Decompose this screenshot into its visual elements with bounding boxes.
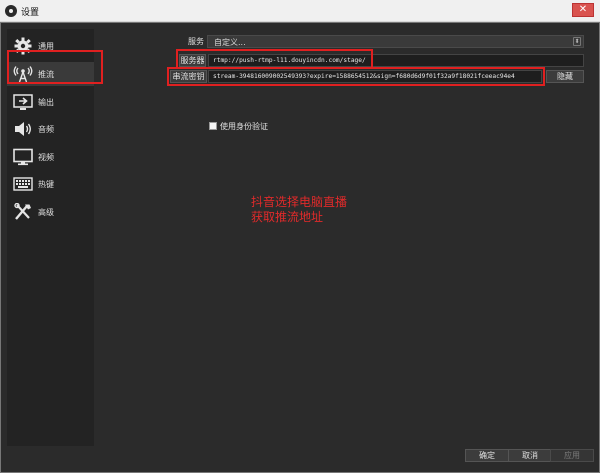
output-icon <box>13 94 33 110</box>
annotation-line-1: 抖音选择电脑直播 <box>251 195 348 209</box>
settings-sidebar: 通用 推流 输出 音频 视频 热键 高级 <box>7 29 94 446</box>
sidebar-item-label: 音频 <box>38 125 54 134</box>
service-select[interactable]: 自定义... ⬍ <box>207 35 584 48</box>
sidebar-item-video[interactable]: 视频 <box>7 146 94 168</box>
monitor-icon <box>13 148 33 166</box>
sidebar-item-label: 热键 <box>38 180 54 189</box>
title-bar: 设置 ✕ <box>0 0 600 22</box>
hide-key-button[interactable]: 隐藏 <box>546 70 584 83</box>
cancel-button[interactable]: 取消 <box>508 449 552 462</box>
service-label: 服务 <box>188 37 204 46</box>
sidebar-item-audio[interactable]: 音频 <box>7 118 94 140</box>
tools-icon <box>14 203 31 220</box>
annotation-line-2: 获取推流地址 <box>251 210 324 224</box>
sidebar-item-label: 视频 <box>38 153 54 162</box>
stream-key-highlight <box>167 67 545 86</box>
obs-app-icon <box>5 5 17 17</box>
server-highlight <box>176 49 373 69</box>
updown-arrow-icon: ⬍ <box>573 37 581 46</box>
sidebar-item-output[interactable]: 输出 <box>7 91 94 113</box>
sidebar-item-hotkeys[interactable]: 热键 <box>7 173 94 195</box>
speaker-icon <box>15 122 31 136</box>
settings-window: 通用 推流 输出 音频 视频 热键 高级 服务 自定义... ⬍ 服务器 rtm… <box>0 22 600 473</box>
stream-item-highlight <box>7 50 103 84</box>
sidebar-item-label: 输出 <box>38 98 54 107</box>
window-title: 设置 <box>21 8 40 18</box>
ok-button[interactable]: 确定 <box>465 449 509 462</box>
sidebar-item-label: 高级 <box>38 208 54 217</box>
instruction-annotation: 抖音选择电脑直播 获取推流地址 <box>251 195 347 225</box>
apply-button[interactable]: 应用 <box>550 449 594 462</box>
keyboard-icon <box>13 177 33 191</box>
service-selected-value: 自定义... <box>214 38 246 47</box>
use-auth-label: 使用身份验证 <box>220 122 268 131</box>
close-button[interactable]: ✕ <box>572 3 594 17</box>
use-auth-checkbox[interactable] <box>209 122 217 130</box>
sidebar-item-advanced[interactable]: 高级 <box>7 201 94 223</box>
